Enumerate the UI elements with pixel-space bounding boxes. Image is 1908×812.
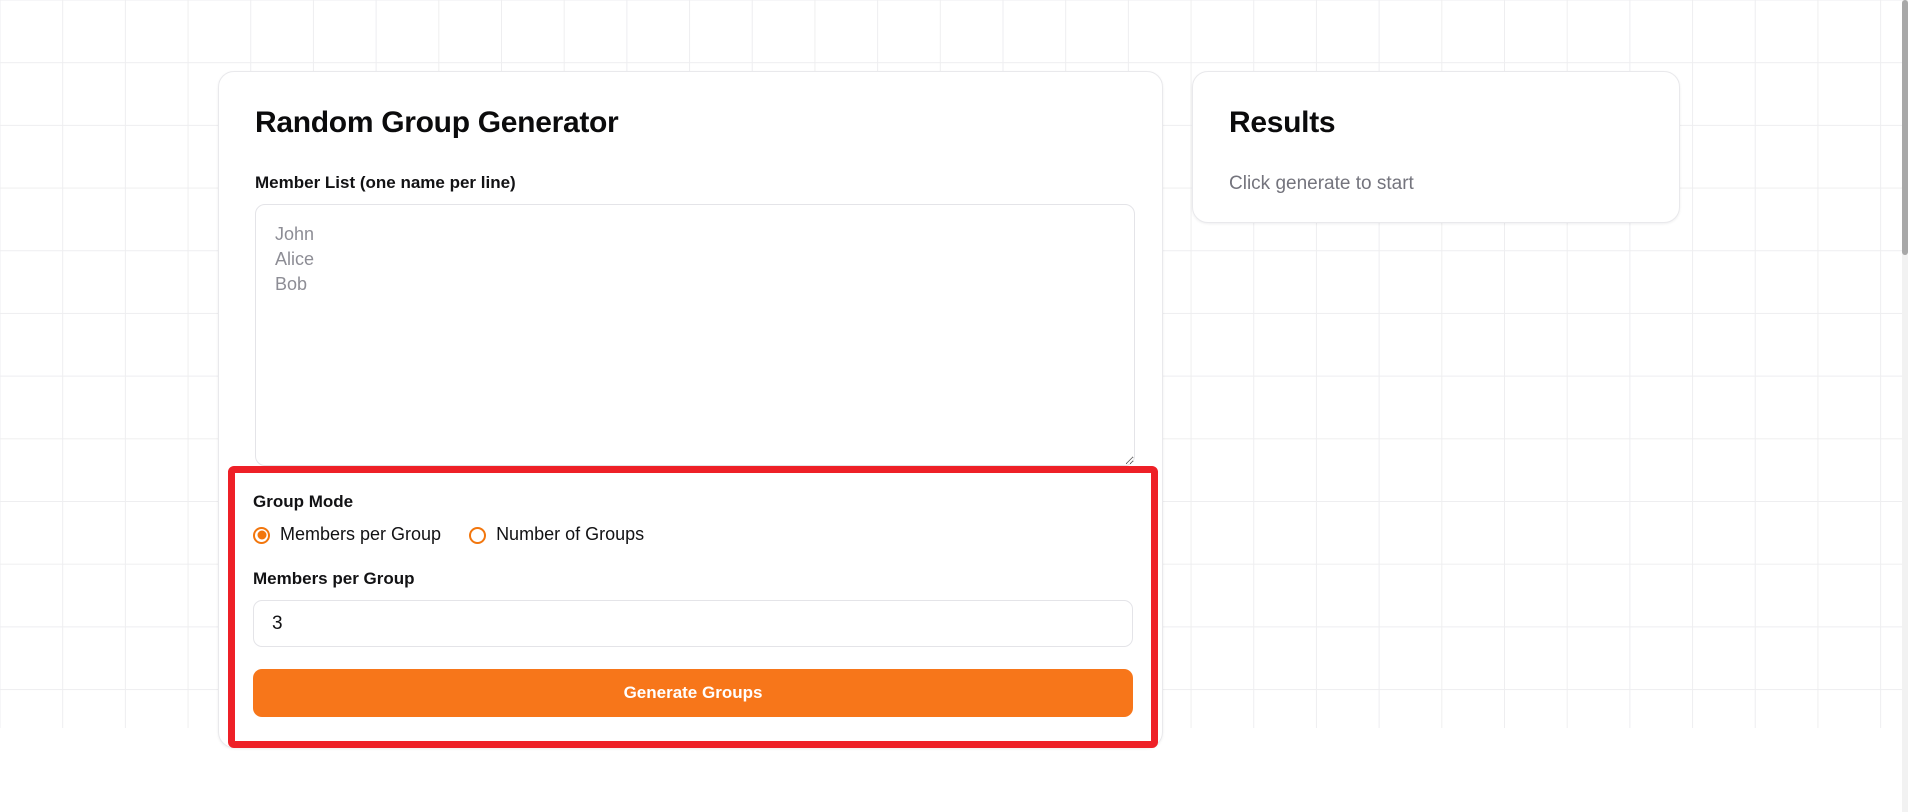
page-title: Random Group Generator [255,106,619,139]
radio-option-number-of-groups[interactable]: Number of Groups [469,524,644,546]
generate-groups-button[interactable]: Generate Groups [253,669,1133,718]
radio-option-members-per-group[interactable]: Members per Group [253,524,441,546]
count-field-label: Members per Group [253,568,415,588]
results-title: Results [1229,106,1336,139]
page-scrollbar-thumb[interactable] [1902,0,1908,255]
group-mode-radio-group: Members per Group Number of Groups [253,524,1133,546]
radio-label-number-of-groups: Number of Groups [496,524,645,545]
group-mode-label: Group Mode [253,492,354,511]
member-list-textarea[interactable] [255,204,1135,467]
members-per-group-input[interactable] [253,600,1133,648]
member-list-label: Member List (one name per line) [255,173,516,192]
radio-label-members-per-group: Members per Group [280,524,442,545]
app-page: Random Group Generator Member List (one … [0,0,1908,812]
group-mode-section: Group Mode Members per Group Number of G… [253,491,1133,718]
results-card: Results Click generate to start [1192,71,1680,223]
radio-icon-unselected[interactable] [469,526,487,544]
page-scrollbar-track[interactable] [1902,0,1908,812]
radio-icon-selected[interactable] [253,526,270,544]
results-empty-text: Click generate to start [1229,173,1414,194]
